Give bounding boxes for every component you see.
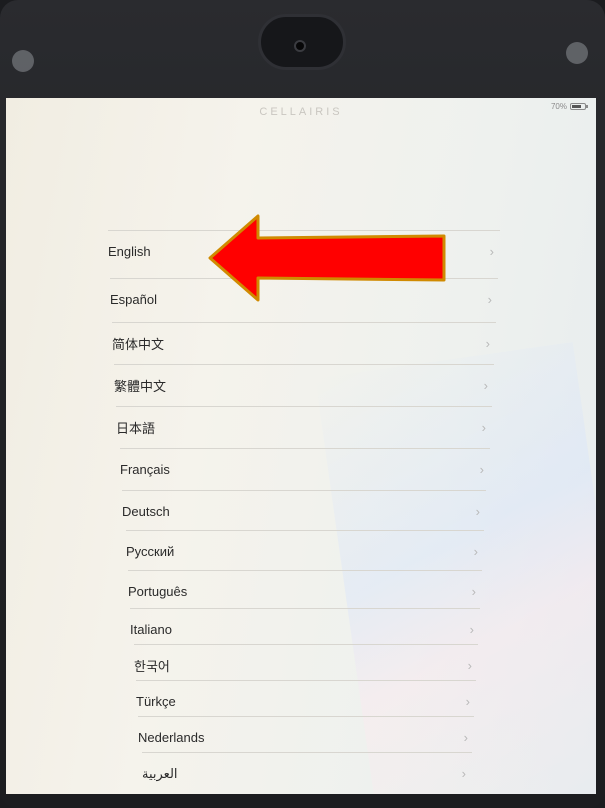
- language-label: Русский: [126, 544, 175, 559]
- language-label: 한국어: [134, 659, 170, 674]
- language-label: Español: [110, 292, 157, 307]
- language-label: 繁體中文: [114, 379, 167, 394]
- chevron-right-icon: ›: [467, 658, 472, 673]
- red-arrow-shape: [208, 214, 446, 302]
- language-list: English › Español › 简体中文 › 繁體中文 › 日本語 › …: [6, 98, 596, 794]
- chevron-right-icon: ›: [485, 336, 490, 351]
- chevron-right-icon: ›: [461, 766, 466, 781]
- language-label: Nederlands: [138, 730, 205, 745]
- case-screw-left: [12, 50, 34, 72]
- tablet-screen: CELLAIRIS 70% English › Español › 简体中文 ›…: [6, 98, 596, 794]
- language-label: Italiano: [130, 622, 172, 637]
- chevron-right-icon: ›: [487, 292, 492, 307]
- language-label: Português: [128, 584, 188, 599]
- chevron-right-icon: ›: [469, 622, 474, 637]
- language-label: 日本語: [116, 421, 156, 436]
- language-row-japanese[interactable]: 日本語 ›: [116, 406, 492, 448]
- language-row-russian[interactable]: Русский ›: [126, 530, 484, 572]
- chevron-right-icon: ›: [473, 544, 478, 559]
- chevron-right-icon: ›: [475, 504, 480, 519]
- language-label: Français: [120, 462, 170, 477]
- language-row-simplified-chinese[interactable]: 简体中文 ›: [112, 322, 496, 364]
- chevron-right-icon: ›: [483, 378, 488, 393]
- language-label: Deutsch: [122, 504, 170, 519]
- camera-icon: [294, 40, 306, 52]
- chevron-right-icon: ›: [489, 244, 494, 259]
- chevron-right-icon: ›: [471, 584, 476, 599]
- language-label: Türkçe: [136, 694, 176, 709]
- language-row-arabic[interactable]: العربية ›: [142, 752, 472, 794]
- red-arrow-icon: [208, 214, 446, 302]
- language-label: English: [108, 244, 151, 259]
- language-label: العربية: [142, 765, 178, 781]
- language-row-german[interactable]: Deutsch ›: [122, 490, 486, 532]
- chevron-right-icon: ›: [481, 420, 486, 435]
- language-row-portuguese[interactable]: Português ›: [128, 570, 482, 612]
- chevron-right-icon: ›: [465, 694, 470, 709]
- case-screw-right: [566, 42, 588, 64]
- language-row-french[interactable]: Français ›: [120, 448, 490, 490]
- chevron-right-icon: ›: [463, 730, 468, 745]
- language-row-traditional-chinese[interactable]: 繁體中文 ›: [114, 364, 494, 406]
- chevron-right-icon: ›: [479, 462, 484, 477]
- language-label: 简体中文: [112, 337, 165, 352]
